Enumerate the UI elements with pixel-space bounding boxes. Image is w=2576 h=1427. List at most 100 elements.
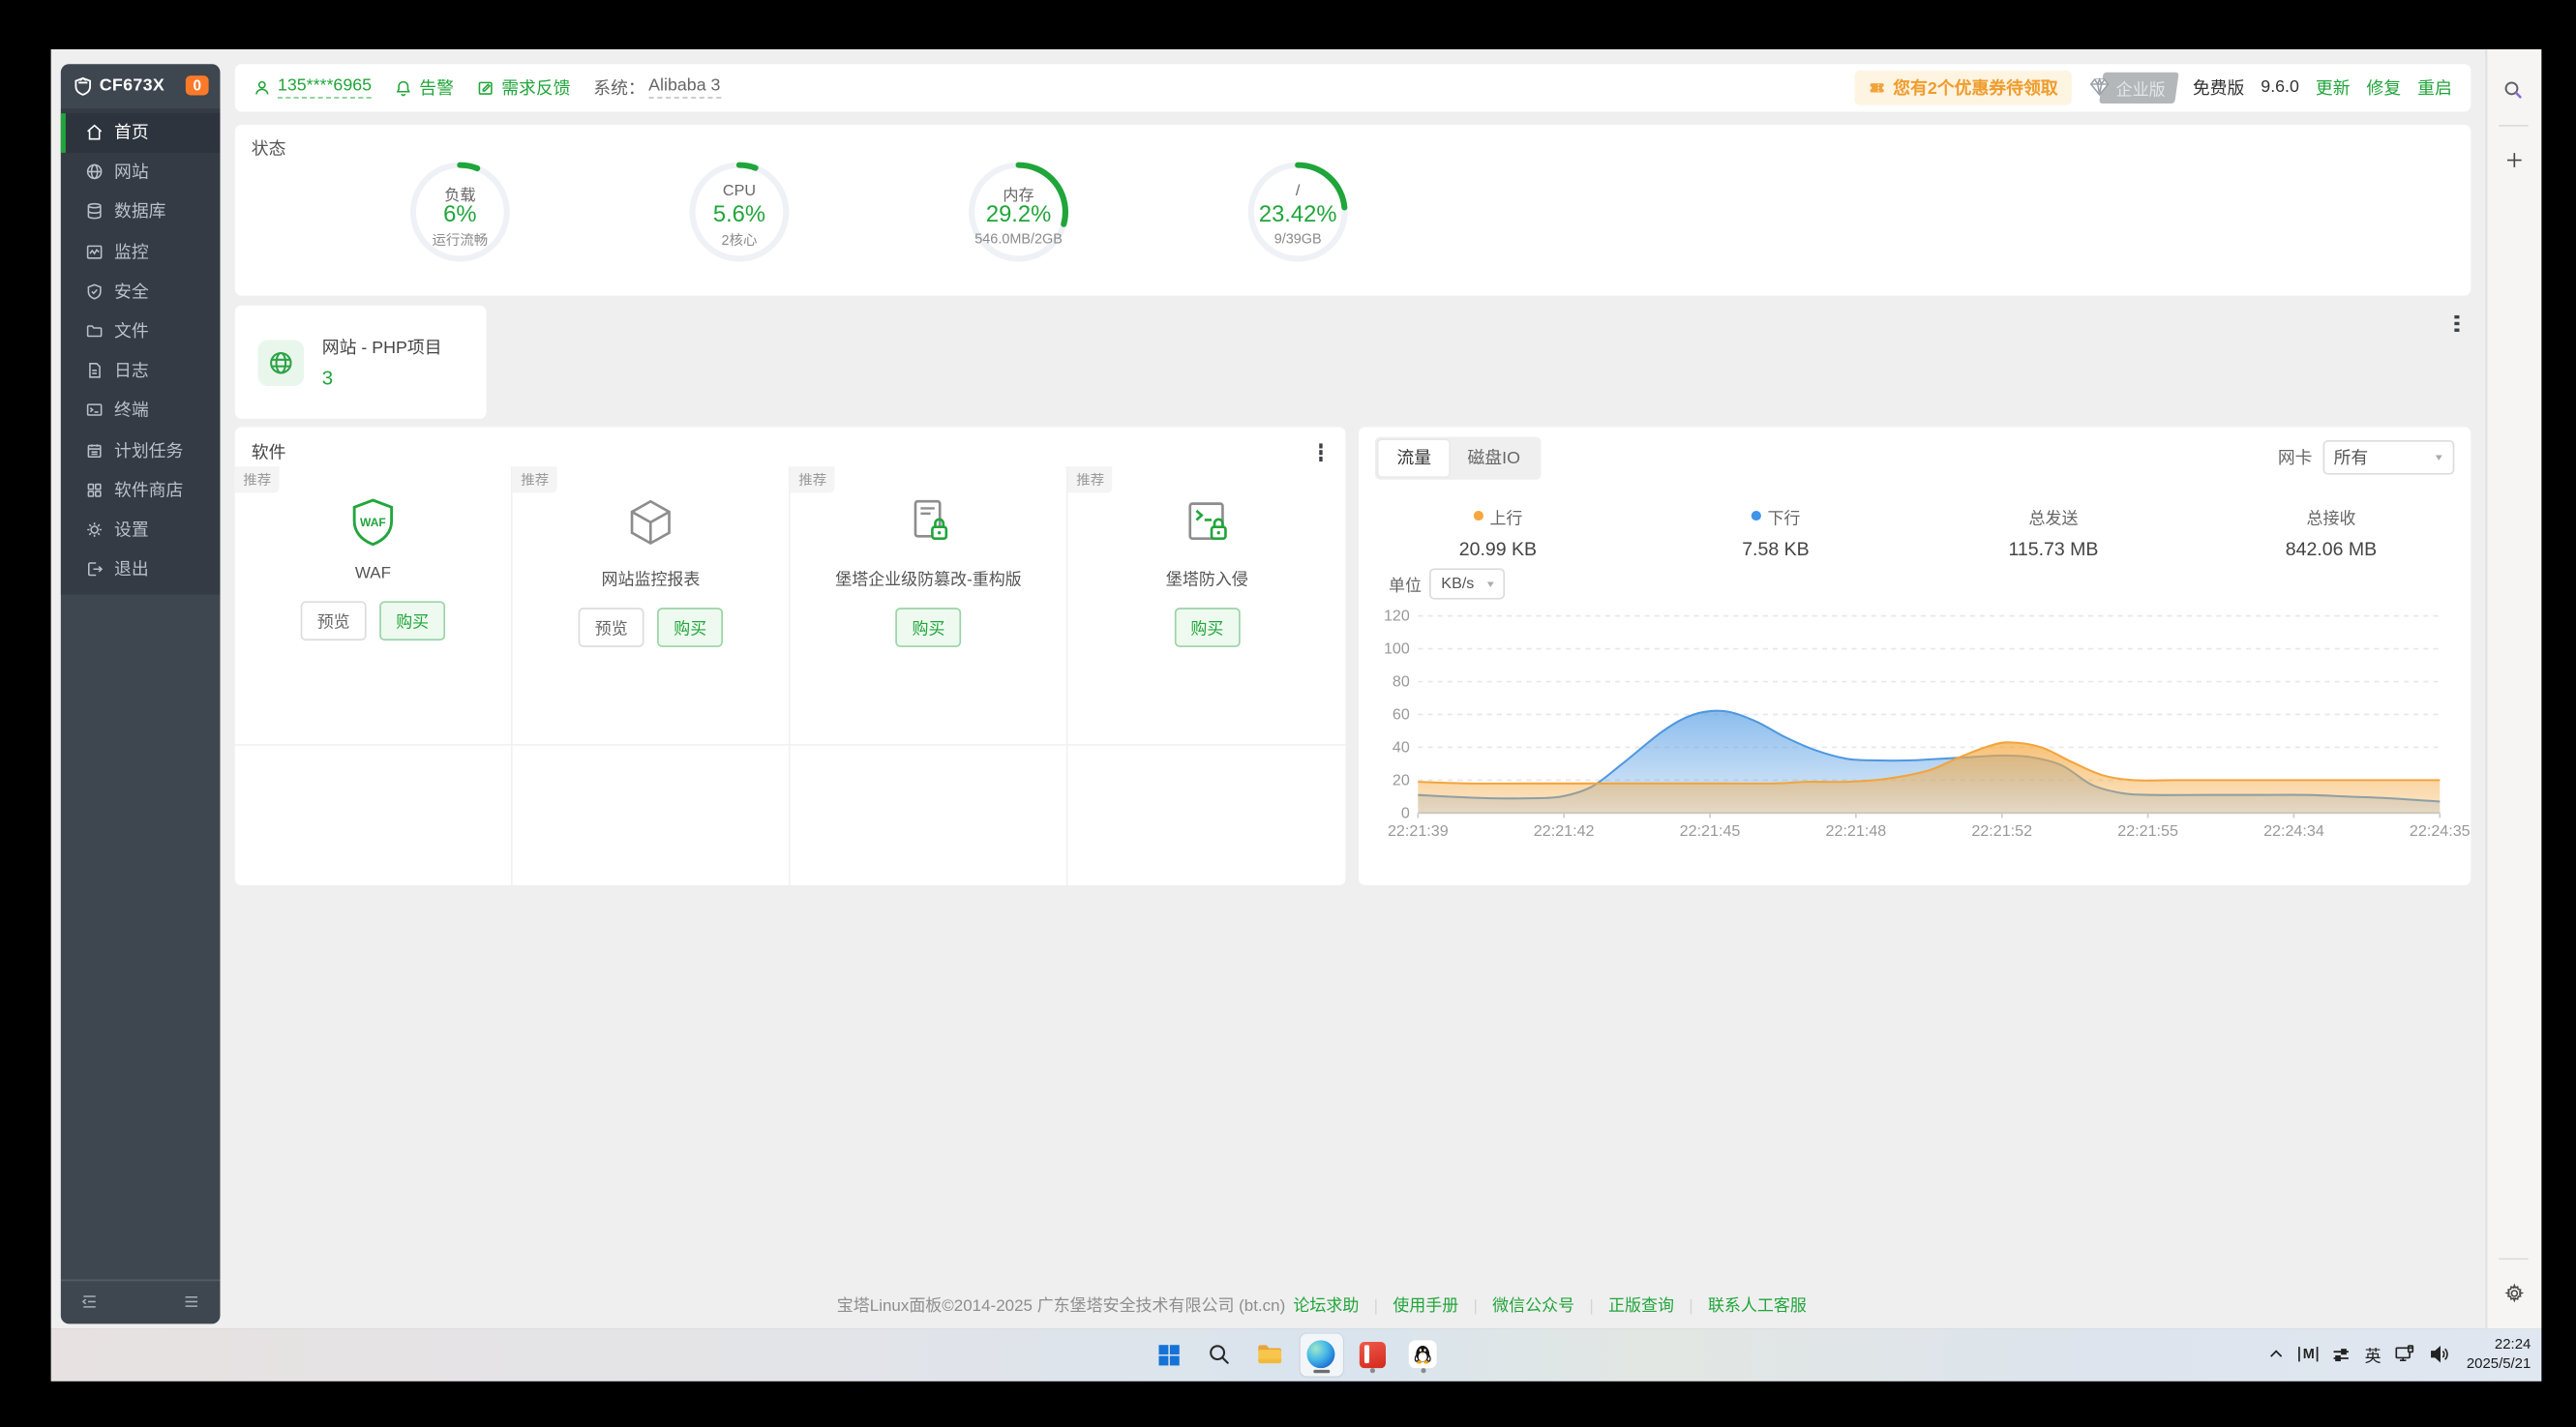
edge-browser-button[interactable]: [1300, 1333, 1342, 1376]
alarm-button[interactable]: 告警: [395, 75, 454, 100]
shield-logo-icon: [72, 74, 93, 96]
traffic-chart-svg: 02040608010012022:21:3922:21:4222:21:452…: [1372, 597, 2454, 844]
folder-icon: [84, 322, 103, 341]
coupon-banner[interactable]: 您有2个优惠券待领取: [1855, 71, 2071, 105]
row-more-menu-icon[interactable]: [2451, 309, 2462, 338]
gauge-load[interactable]: 负载 6% 运行流畅: [320, 160, 600, 265]
traffic-chart[interactable]: 02040608010012022:21:3922:21:4222:21:452…: [1372, 597, 2454, 844]
footer-link-wechat[interactable]: 微信公众号: [1492, 1296, 1574, 1315]
speaker-icon[interactable]: [2429, 1344, 2450, 1365]
gauge-cpu[interactable]: CPU 5.6% 2核心: [600, 160, 880, 265]
start-button[interactable]: [1147, 1333, 1189, 1376]
overview-tiles-row: 网站 - PHP项目 3: [235, 306, 2471, 419]
qq-button[interactable]: [1401, 1333, 1444, 1376]
tray-sliders-icon[interactable]: [2332, 1345, 2351, 1364]
tray-chevron-up-icon[interactable]: [2267, 1346, 2286, 1364]
collapse-sidebar-icon[interactable]: [79, 1293, 98, 1311]
tray-meter-icon[interactable]: M: [2299, 1348, 2320, 1362]
update-button[interactable]: 更新: [2316, 75, 2351, 100]
restart-button[interactable]: 重启: [2417, 75, 2452, 100]
svg-text:22:21:42: 22:21:42: [1534, 821, 1595, 839]
sidebar-add-button[interactable]: [2496, 142, 2531, 178]
search-icon: [2502, 78, 2526, 102]
account-button[interactable]: 135****6965: [253, 76, 372, 100]
nic-select[interactable]: 所有 ▾: [2322, 440, 2454, 475]
sidebar-item-label: 数据库: [114, 199, 165, 223]
svg-text:22:21:48: 22:21:48: [1826, 821, 1887, 839]
software-item-intrusion-prevention[interactable]: 推荐 堡塔防入侵 购买: [1068, 465, 1346, 745]
preview-button[interactable]: 预览: [301, 601, 367, 640]
nic-label: 网卡: [2278, 445, 2313, 469]
footer-link-license-check[interactable]: 正版查询: [1608, 1296, 1674, 1315]
software-name: 堡塔防入侵: [1166, 564, 1248, 588]
software-item-waf[interactable]: 推荐 WAF WAF 预览 购买: [235, 465, 513, 745]
sidebar-item-home[interactable]: 首页: [60, 112, 220, 152]
feedback-button[interactable]: 需求反馈: [477, 75, 571, 100]
sidebar-item-logout[interactable]: 退出: [60, 550, 220, 589]
sidebar-item-website[interactable]: 网站: [60, 152, 220, 192]
footer-link-manual[interactable]: 使用手册: [1393, 1296, 1458, 1315]
sidebar-item-cron[interactable]: 计划任务: [60, 431, 220, 470]
nic-selected-value: 所有: [2334, 445, 2369, 469]
svg-text:22:24:35: 22:24:35: [2410, 821, 2470, 839]
preview-button[interactable]: 预览: [579, 607, 644, 646]
tab-disk-io[interactable]: 磁盘IO: [1450, 439, 1539, 475]
version-number[interactable]: 9.6.0: [2261, 77, 2299, 97]
footer: 宝塔Linux面板©2014-2025 广东堡塔安全技术有限公司 (bt.cn)…: [234, 1291, 2412, 1315]
enterprise-entry[interactable]: 企业版: [2087, 72, 2176, 103]
sidebar-item-appstore[interactable]: 软件商店: [60, 470, 220, 510]
edition-label: 免费版: [2193, 75, 2244, 100]
sidebar-item-monitor[interactable]: 监控: [60, 231, 220, 271]
website-tile[interactable]: 网站 - PHP项目 3: [235, 306, 487, 419]
sidebar-logo[interactable]: CF673X 0: [60, 63, 220, 107]
account-phone: 135****6965: [278, 76, 372, 100]
buy-button[interactable]: 购买: [1174, 607, 1240, 646]
buy-button[interactable]: 购买: [896, 607, 962, 646]
taskbar-search-button[interactable]: [1198, 1333, 1241, 1376]
taskbar-clock[interactable]: 22:24 2025/5/21: [2467, 1335, 2531, 1374]
gauge-subtext: 2核心: [687, 230, 793, 250]
main-area: 135****6965 告警 需求反馈 系统：: [235, 63, 2471, 884]
svg-text:80: 80: [1393, 672, 1410, 690]
sidebar-settings-button[interactable]: [2496, 1275, 2531, 1311]
gauge-subtext: 运行流畅: [407, 230, 513, 250]
alarm-icon: [395, 78, 413, 97]
gauge-memory[interactable]: 内存 29.2% 546.0MB/2GB: [879, 160, 1158, 265]
sidebar-item-logs[interactable]: 日志: [60, 351, 220, 391]
red-app-icon: [1359, 1342, 1385, 1368]
software-empty-cell: [791, 745, 1068, 884]
menu-list-icon[interactable]: [182, 1293, 200, 1311]
unit-select[interactable]: KB/s ▾: [1429, 568, 1505, 599]
repair-button[interactable]: 修复: [2367, 75, 2402, 100]
gauge-disk[interactable]: / 23.42% 9/39GB: [1158, 160, 1438, 265]
input-language-indicator[interactable]: 英: [2365, 1342, 2381, 1366]
website-tile-count[interactable]: 3: [322, 367, 442, 390]
sidebar-item-database[interactable]: 数据库: [60, 192, 220, 231]
sidebar-search-button[interactable]: [2496, 72, 2531, 107]
software-item-monitor-report[interactable]: 推荐 网站监控报表 预览 购买: [513, 465, 791, 745]
sidebar-item-terminal[interactable]: 终端: [60, 391, 220, 431]
stat-downstream: 下行 7.58 KB: [1636, 503, 1914, 559]
sidebar: CF673X 0 首页 网站: [60, 63, 220, 1323]
tab-traffic[interactable]: 流量: [1379, 439, 1450, 475]
buy-button[interactable]: 购买: [657, 607, 723, 646]
downstream-dot: [1751, 511, 1760, 520]
software-title: 软件: [252, 440, 286, 464]
red-app-button[interactable]: [1351, 1333, 1393, 1376]
traffic-panel: 流量 磁盘IO 网卡 所有 ▾: [1359, 427, 2470, 885]
svg-text:0: 0: [1401, 804, 1410, 821]
sidebar-item-files[interactable]: 文件: [60, 312, 220, 351]
message-count-badge[interactable]: 0: [187, 75, 208, 95]
footer-link-support[interactable]: 联系人工客服: [1708, 1296, 1807, 1315]
software-more-menu-icon[interactable]: [1315, 437, 1326, 466]
gauge-value: 5.6%: [687, 200, 793, 226]
buy-button[interactable]: 购买: [379, 601, 445, 640]
footer-link-forum[interactable]: 论坛求助: [1293, 1296, 1359, 1315]
cube-icon: [623, 493, 679, 550]
system-value[interactable]: Alibaba 3: [648, 76, 720, 100]
software-item-tamper-proof[interactable]: 推荐 堡塔企业级防篡改-重构版 购买: [791, 465, 1068, 745]
sidebar-item-settings[interactable]: 设置: [60, 510, 220, 550]
file-explorer-button[interactable]: [1248, 1333, 1291, 1376]
sidebar-item-security[interactable]: 安全: [60, 272, 220, 312]
network-icon[interactable]: [2394, 1344, 2415, 1365]
